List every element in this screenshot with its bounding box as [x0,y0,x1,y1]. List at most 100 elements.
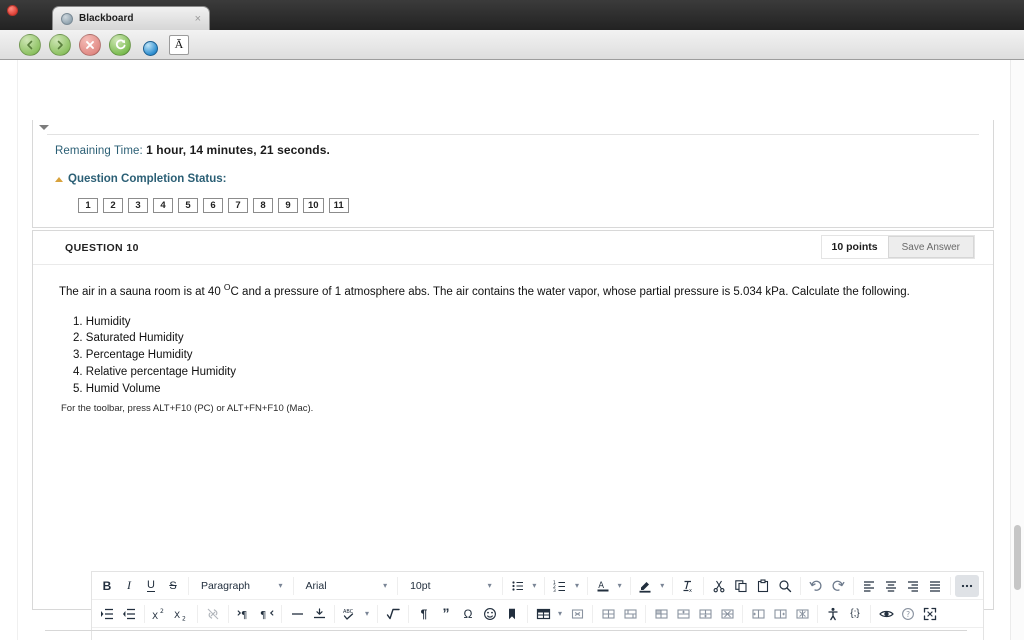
align-center-icon[interactable] [880,575,902,597]
highlight-color-icon[interactable] [634,575,656,597]
insert-column-after-icon[interactable] [769,603,791,625]
copy-icon[interactable] [730,575,752,597]
toolbar-separator [586,576,588,595]
align-left-icon[interactable] [858,575,880,597]
text-color-icon[interactable]: A [592,575,614,597]
chevron-down-icon[interactable]: ▾ [554,603,566,625]
remove-link-icon[interactable] [202,603,224,625]
question-sub-item: 3. Percentage Humidity [73,349,193,362]
align-right-icon[interactable] [902,575,924,597]
special-character-icon[interactable]: Ω [457,603,479,625]
source-code-icon[interactable]: {;} [844,603,866,625]
toolbar-separator [645,604,646,623]
question-completion-status-header[interactable]: Question Completion Status: [55,173,993,185]
toolbar-separator [188,576,189,595]
page-scrollbar-track[interactable] [1010,60,1024,640]
svg-text:3: 3 [553,588,556,593]
insert-row-below-icon[interactable] [694,603,716,625]
forward-button[interactable] [49,33,71,56]
back-button[interactable] [19,33,41,56]
strikethrough-icon[interactable]: S [162,575,184,597]
delete-table-icon[interactable] [566,603,588,625]
page-scrollbar-thumb[interactable] [1014,525,1021,590]
undo-icon[interactable] [805,575,827,597]
accessibility-checker-icon[interactable] [822,603,844,625]
chevron-down-icon[interactable]: ▾ [529,575,541,597]
toolbar-separator [870,604,871,623]
font-family-select[interactable]: Arial ▾ [298,575,394,597]
question-number-1[interactable]: 1 [78,198,98,213]
help-icon[interactable]: ? [897,603,919,625]
chevron-down-icon[interactable]: ▾ [361,603,373,625]
editor-toolbar-row-1: B I U S Paragraph ▾ Arial ▾ 10pt ▾ ▾ 1 2… [92,572,983,600]
question-number-7[interactable]: 7 [228,198,248,213]
chevron-down-icon[interactable]: ▾ [656,575,668,597]
superscript-icon[interactable]: X2 [149,603,171,625]
question-number-2[interactable]: 2 [103,198,123,213]
question-number-8[interactable]: 8 [253,198,273,213]
reload-icon [115,39,125,50]
question-number-3[interactable]: 3 [128,198,148,213]
table-row-props-icon[interactable] [650,603,672,625]
paragraph-mark-icon[interactable]: ¶ [413,603,435,625]
rtl-direction-icon[interactable]: ¶ [255,603,277,625]
italic-icon[interactable]: I [118,575,140,597]
paste-icon[interactable] [752,575,774,597]
fullscreen-icon[interactable] [919,603,941,625]
browser-tab-blackboard[interactable]: Blackboard × [52,6,210,30]
clear-formatting-icon[interactable]: x [677,575,699,597]
merge-cells-icon[interactable] [619,603,641,625]
delete-row-icon[interactable] [716,603,738,625]
save-answer-button[interactable]: Save Answer [887,236,974,258]
insert-column-before-icon[interactable] [747,603,769,625]
block-format-select[interactable]: Paragraph ▾ [193,575,289,597]
window-close-button[interactable] [7,5,18,16]
home-button[interactable] [139,34,161,56]
insert-table-icon[interactable] [532,603,554,625]
chevron-down-icon[interactable]: ▾ [614,575,626,597]
increase-indent-icon[interactable] [96,603,118,625]
bullet-list-icon[interactable] [507,575,529,597]
find-replace-icon[interactable] [774,575,796,597]
redo-icon[interactable] [827,575,849,597]
tab-close-icon[interactable]: × [195,13,201,25]
question-number-6[interactable]: 6 [203,198,223,213]
underline-icon[interactable]: U [140,575,162,597]
blockquote-icon[interactable]: ” [435,603,457,625]
preview-icon[interactable] [875,603,897,625]
question-number-9[interactable]: 9 [278,198,298,213]
favicon-icon [61,12,73,25]
svg-text:x: x [689,588,692,593]
decrease-indent-icon[interactable] [118,603,140,625]
ltr-direction-icon[interactable]: ¶ [233,603,255,625]
more-options-icon[interactable] [954,574,979,597]
subscript-icon[interactable]: X2 [171,603,193,625]
page-viewport: Remaining Time: 1 hour, 14 minutes, 21 s… [0,60,1024,640]
chevron-down-icon[interactable]: ▾ [571,575,583,597]
question-number-5[interactable]: 5 [178,198,198,213]
math-formula-icon[interactable] [382,603,404,625]
reload-button[interactable] [109,33,131,56]
question-number-4[interactable]: 4 [153,198,173,213]
page-break-icon[interactable] [308,603,330,625]
question-number-11[interactable]: 11 [328,198,349,213]
emoticon-icon[interactable] [479,603,501,625]
horizontal-rule-icon[interactable] [286,603,308,625]
font-size-select[interactable]: 10pt ▾ [402,575,498,597]
table-cell-props-icon[interactable] [597,603,619,625]
toolbar-separator [950,576,951,595]
cut-icon[interactable] [708,575,730,597]
collapse-chevron-icon[interactable] [39,125,49,130]
insert-row-above-icon[interactable] [672,603,694,625]
remaining-time-value: 1 hour, 14 minutes, 21 seconds. [146,143,330,157]
spellcheck-icon[interactable]: ABC [339,603,361,625]
font-size-button[interactable]: Ā [169,34,189,55]
align-justify-icon[interactable] [924,575,946,597]
svg-text:2: 2 [160,608,164,615]
numbered-list-icon[interactable]: 123 [549,575,571,597]
stop-button[interactable] [79,33,101,56]
question-number-10[interactable]: 10 [303,198,324,213]
bookmark-icon[interactable] [501,603,523,625]
delete-column-icon[interactable] [791,603,813,625]
bold-icon[interactable]: B [96,575,118,597]
